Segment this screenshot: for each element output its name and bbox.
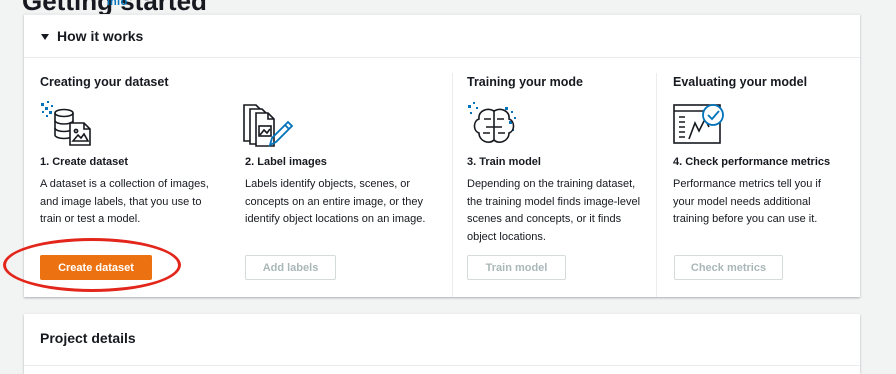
step-label-images: 2. Label images Labels identify objects,… (243, 75, 445, 285)
step-description: Performance metrics tell you if your mod… (673, 178, 821, 225)
column-heading-creating-dataset: Creating your dataset (40, 75, 169, 89)
step-train-model: Training your mode 3. Train model Depend… (467, 75, 657, 285)
step-title: 3. Train model (467, 156, 541, 168)
how-it-works-title: How it works (57, 28, 144, 44)
caret-down-icon[interactable] (41, 34, 49, 40)
step-description: Depending on the training dataset, the t… (467, 178, 641, 243)
column-heading-training: Training your mode (467, 75, 583, 89)
check-metrics-button[interactable]: Check metrics (674, 255, 783, 280)
step-title: 2. Label images (245, 156, 327, 168)
column-divider (452, 73, 453, 297)
project-details-panel: Project details (24, 314, 860, 374)
divider (24, 365, 860, 366)
brain-icon (468, 102, 516, 143)
step-description: Labels identify objects, scenes, or conc… (245, 178, 426, 225)
step-title: 4. Check performance metrics (673, 156, 831, 168)
step-title: 1. Create dataset (40, 156, 129, 168)
column-divider (656, 73, 657, 297)
column-heading-evaluating: Evaluating your model (673, 75, 808, 89)
step-check-metrics: Evaluating your model 4. Check performan… (673, 75, 853, 285)
metrics-icon (673, 104, 724, 144)
train-model-button[interactable]: Train model (467, 255, 566, 280)
info-link[interactable]: Info (107, 0, 127, 8)
label-images-icon (243, 104, 294, 147)
how-it-works-header[interactable]: How it works (24, 15, 860, 58)
step-description: A dataset is a collection of images, and… (40, 178, 209, 225)
highlight-annotation-circle (3, 238, 181, 292)
add-labels-button[interactable]: Add labels (245, 255, 336, 280)
project-details-title: Project details (40, 330, 136, 346)
dataset-icon (41, 101, 91, 146)
